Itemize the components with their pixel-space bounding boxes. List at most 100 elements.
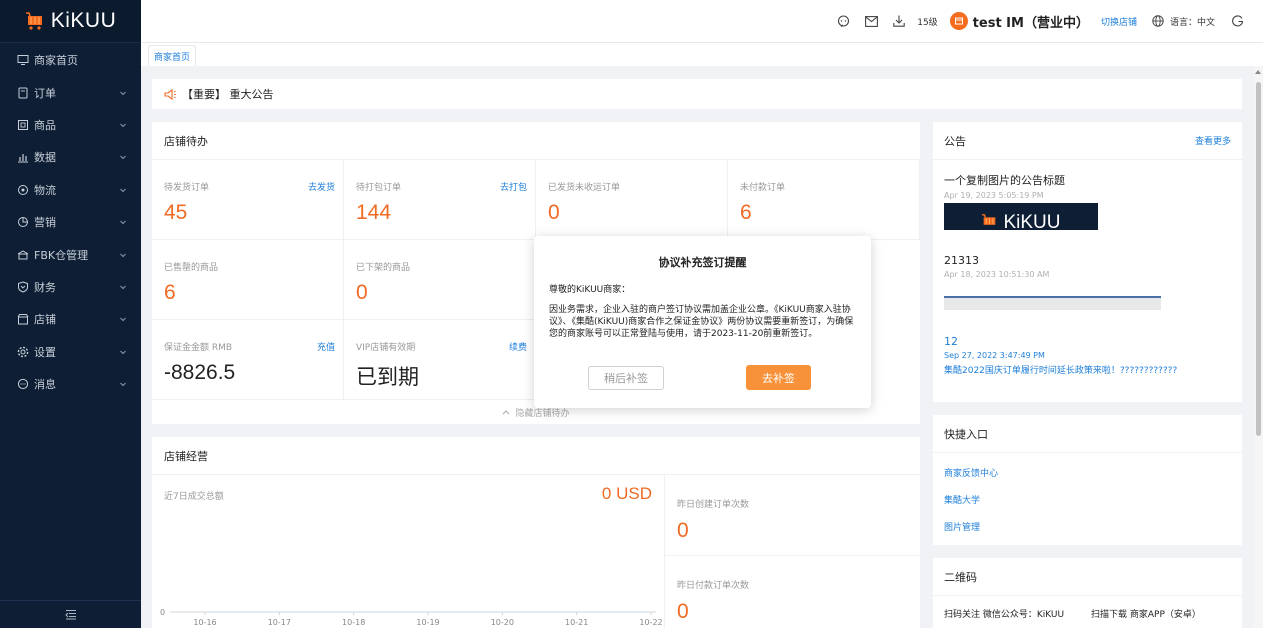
todo-cell[interactable]: 已下架的商品 0	[344, 240, 536, 320]
yesterday-paid-orders: 昨日付款订单次数 0	[664, 555, 920, 628]
chart-icon	[18, 154, 28, 163]
top-header: 15级 test IM（营业中） 切换店铺 语言：中文	[141, 0, 1263, 43]
collapse-sidebar-button[interactable]	[0, 600, 141, 628]
todo-cell[interactable]: 已售罄的商品 6	[152, 240, 344, 320]
page-scrollbar[interactable]	[1254, 66, 1263, 628]
chat-icon[interactable]	[836, 14, 850, 28]
sidebar-item-8[interactable]: 店铺	[0, 303, 141, 335]
seven-day-chart: 0 10-16 10-17 10-18 10-19 10-20 10-21 10-22	[160, 608, 663, 627]
todo-cell-label: 已发货未收运订单	[548, 183, 621, 193]
sidebar-menu: 商家首页 订单商品数据物流营销 FBK仓管理 财务 店铺设置消息	[0, 43, 141, 400]
language-selector[interactable]: 语言：中文	[1170, 15, 1215, 28]
todo-cell-label: 已售罄的商品	[164, 263, 219, 273]
announcement-item-date: Apr 19, 2023 5:05:19 PM	[944, 191, 1044, 200]
announcement-image-logo-text: KiKUU	[1003, 212, 1061, 230]
sidebar-item-1[interactable]: 订单	[0, 76, 141, 108]
todo-cell[interactable]: 已发货未收运订单 0	[536, 160, 728, 240]
sidebar-item-10[interactable]: 消息	[0, 368, 141, 400]
todo-cell-value: 已到期	[356, 366, 419, 389]
announcement-item-title: 一个复制图片的公告标题	[944, 174, 1065, 187]
todo-cell-action-link[interactable]: 去发货	[308, 180, 335, 193]
todo-cell-action-link[interactable]: 续费	[509, 340, 527, 353]
scroll-up-arrow[interactable]	[1255, 70, 1261, 74]
announcement-image-placeholder	[944, 296, 1161, 310]
quick-link-university[interactable]: 集酷大学	[944, 493, 980, 506]
todo-cell[interactable]: VIP店铺有效期 续费已到期	[344, 320, 536, 400]
sidebar-item-label: 物流	[34, 183, 56, 197]
qrcode-title: 二维码	[944, 570, 977, 584]
todo-cell-value: 6	[164, 281, 176, 304]
announcement-item[interactable]: 12 Sep 27, 2022 3:47:49 PM 集酷2022国庆订单履行时…	[944, 335, 1234, 376]
yesterday-paid-value: 0	[677, 600, 689, 623]
download-icon[interactable]	[892, 14, 906, 28]
sidebar-item-label: 数据	[34, 151, 56, 165]
announcement-header: 公告 查看更多	[933, 122, 1242, 160]
todo-cell-action-link[interactable]: 充值	[317, 340, 335, 353]
chart-y-tick-label: 0	[160, 608, 165, 617]
yesterday-created-label: 昨日创建订单次数	[677, 500, 750, 510]
app-qrcode-label: 扫描下载 商家APP（安卓）	[1091, 610, 1201, 620]
sidebar-item-7[interactable]: 财务	[0, 271, 141, 303]
todo-cell[interactable]: 待打包订单 去打包 144	[344, 160, 536, 240]
gear-icon	[17, 346, 29, 358]
go-sign-button[interactable]: 去补签	[746, 365, 811, 390]
chevron-down-icon	[120, 91, 126, 95]
chevron-down-icon	[120, 253, 126, 257]
chart-x-tick-label: 10-20	[491, 618, 514, 627]
dialog-greeting: 尊敬的KiKUU商家：	[549, 285, 631, 295]
todo-cell-label: 待发货订单	[164, 183, 210, 193]
quick-link-image-manage[interactable]: 图片管理	[944, 520, 980, 533]
announcement-item-title: 21313	[944, 254, 979, 267]
product-icon	[18, 119, 28, 130]
sidebar-item-0[interactable]: 商家首页	[0, 44, 141, 76]
notice-text: 【重要】 重大公告	[182, 88, 274, 101]
sidebar-item-3[interactable]: 数据	[0, 141, 141, 173]
announcement-card: 公告 查看更多 一个复制图片的公告标题 Apr 19, 2023 5:05:19…	[933, 122, 1242, 402]
speaker-icon	[164, 88, 176, 100]
view-more-link[interactable]: 查看更多	[1195, 134, 1231, 147]
globe-icon[interactable]	[1151, 14, 1165, 28]
scroll-thumb[interactable]	[1256, 82, 1261, 436]
todo-cell[interactable]: 未付款订单 6	[728, 160, 920, 240]
dialog-body: 因业务需求，企业入驻的商户签订协议需加盖企业公章。《KiKUU商家入驻协议》、《…	[549, 305, 854, 339]
announcement-item[interactable]: 21313 Apr 18, 2023 10:51:30 AM	[944, 254, 1234, 279]
logo[interactable]: KiKUU	[0, 0, 141, 43]
sidebar-item-label: 商品	[34, 118, 56, 132]
cart-logo-icon	[982, 214, 996, 225]
store-icon	[949, 12, 968, 30]
tab-home[interactable]: 商家首页	[148, 45, 197, 66]
sidebar-item-9[interactable]: 设置	[0, 336, 141, 368]
location-icon	[18, 184, 28, 195]
finance-icon	[18, 281, 28, 293]
todo-cell-action-link[interactable]: 去打包	[500, 180, 527, 193]
sidebar-item-2[interactable]: 商品	[0, 109, 141, 141]
mail-icon[interactable]	[864, 14, 878, 28]
agreement-reminder-dialog: 协议补充签订提醒 尊敬的KiKUU商家： 因业务需求，企业入驻的商户签订协议需加…	[534, 236, 871, 408]
quick-link-feedback[interactable]: 商家反馈中心	[944, 466, 998, 479]
logout-icon[interactable]	[1231, 14, 1245, 28]
todo-cell-label: VIP店铺有效期	[356, 343, 416, 353]
notice-bar[interactable]: 【重要】 重大公告	[152, 79, 1242, 109]
switch-store-link[interactable]: 切换店铺	[1101, 15, 1137, 28]
chevron-down-icon	[120, 285, 126, 290]
quick-entry-title: 快捷入口	[944, 427, 988, 441]
marketing-icon	[18, 217, 28, 228]
sidebar-item-4[interactable]: 物流	[0, 174, 141, 206]
todo-cell[interactable]: 保证金金额 RMB 充值 -8826.5	[152, 320, 344, 400]
store-name: test IM（营业中）	[972, 15, 1089, 31]
message-icon	[17, 378, 29, 390]
chevron-down-icon	[120, 382, 126, 387]
qrcode-header: 二维码	[933, 558, 1242, 596]
store-icon	[17, 314, 29, 325]
announcement-item[interactable]: 一个复制图片的公告标题 Apr 19, 2023 5:05:19 PM	[944, 172, 1234, 200]
todo-cell[interactable]: 待发货订单 去发货 45	[152, 160, 344, 240]
chart-x-tick-label: 10-22	[639, 618, 662, 627]
sign-later-button[interactable]: 稍后补签	[588, 366, 664, 390]
chart-x-tick-label: 10-18	[342, 618, 365, 627]
sidebar-item-6[interactable]: FBK仓管理	[0, 238, 141, 270]
sidebar-item-label: 设置	[34, 345, 56, 359]
sidebar-item-5[interactable]: 营销	[0, 206, 141, 238]
store-business-title: 店铺经营	[152, 437, 920, 475]
todo-cell-value: 6	[740, 201, 752, 224]
announcement-title: 公告	[944, 134, 966, 148]
